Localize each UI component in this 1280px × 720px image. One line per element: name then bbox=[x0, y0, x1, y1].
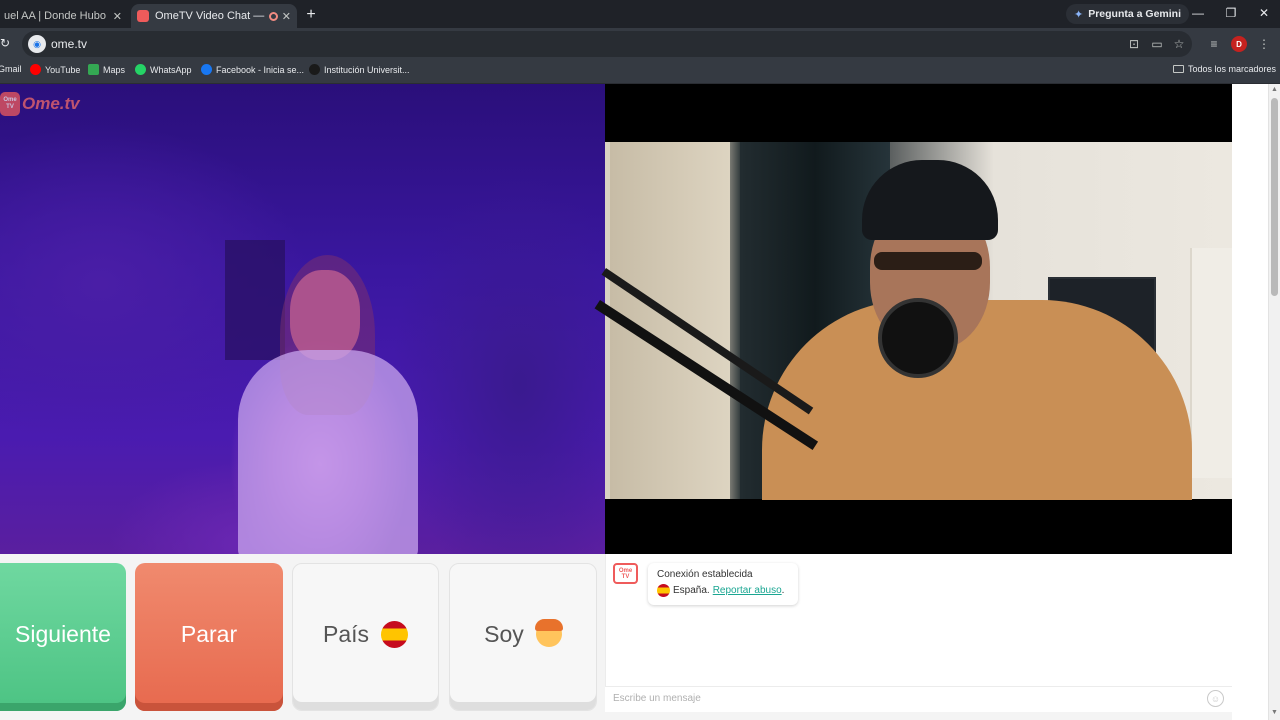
spain-flag-icon bbox=[381, 620, 409, 648]
gender-select-button[interactable]: Soy bbox=[449, 563, 597, 711]
microphone bbox=[878, 298, 958, 378]
connection-status-text: Conexión establecida bbox=[657, 569, 753, 580]
bookmark-star-icon[interactable]: ☆ bbox=[1171, 37, 1187, 51]
url-text[interactable]: ome.tv bbox=[51, 37, 87, 51]
scroll-up-icon[interactable]: ▲ bbox=[1271, 86, 1278, 93]
local-video bbox=[0, 84, 605, 554]
boy-face-icon bbox=[534, 619, 563, 647]
remote-person-body bbox=[762, 300, 1192, 500]
partner-country-line: España. Reportar abuso. bbox=[657, 584, 784, 597]
reload-icon[interactable]: ↻ bbox=[0, 36, 10, 50]
bookmark-whatsapp[interactable]: WhatsApp bbox=[135, 64, 192, 75]
browser-toolbar: ↻ bbox=[0, 28, 1280, 60]
close-window-button[interactable]: ✕ bbox=[1254, 6, 1274, 20]
emoji-smile-icon[interactable]: ☺ bbox=[1207, 690, 1224, 707]
tab-ometv[interactable]: OmeTV Video Chat — Ome ✕ bbox=[131, 4, 297, 28]
next-button-label: Siguiente bbox=[15, 620, 111, 647]
tab-donde-hubo-fuego[interactable]: uel AA | Donde Hubo Fuego ✕ bbox=[0, 4, 128, 28]
remote-person-sunglasses bbox=[874, 252, 982, 270]
local-person-head bbox=[290, 270, 360, 360]
all-bookmarks-label: Todos los marcadores bbox=[1188, 64, 1277, 74]
chat-input-bar bbox=[605, 686, 1232, 712]
chat-message-input[interactable] bbox=[613, 693, 1193, 704]
gemini-sparkle-icon: ✦ bbox=[1074, 8, 1084, 21]
facebook-icon bbox=[201, 64, 212, 75]
bookmark-youtube[interactable]: YouTube bbox=[30, 64, 80, 75]
scroll-thumb[interactable] bbox=[1271, 98, 1278, 296]
stop-button-label: Parar bbox=[180, 620, 238, 647]
address-bar[interactable] bbox=[22, 31, 1192, 57]
next-button[interactable]: Siguiente bbox=[0, 563, 126, 711]
profile-avatar[interactable]: D bbox=[1231, 36, 1247, 52]
folder-icon bbox=[1173, 65, 1184, 73]
tab-title: OmeTV Video Chat — Ome bbox=[155, 10, 265, 22]
bookmark-label: Institución Universit... bbox=[324, 64, 410, 75]
bookmark-label: Gmail bbox=[0, 64, 22, 74]
all-bookmarks-button[interactable]: Todos los marcadores bbox=[1173, 64, 1276, 74]
restore-button[interactable]: ❐ bbox=[1221, 6, 1241, 20]
bookmark-gmail[interactable]: Gmail bbox=[0, 64, 22, 74]
gemini-label: Pregunta a Gemini bbox=[1088, 8, 1181, 20]
institution-icon bbox=[309, 64, 320, 75]
background-shelf bbox=[225, 240, 285, 360]
youtube-icon bbox=[30, 64, 41, 75]
ometv-logo-icon: Ome TV bbox=[0, 92, 20, 116]
scroll-down-icon[interactable]: ▼ bbox=[1271, 709, 1278, 716]
minimize-button[interactable]: — bbox=[1188, 6, 1208, 20]
country-button-label: País bbox=[322, 620, 370, 647]
remote-background-shelves bbox=[1190, 248, 1232, 478]
ometv-chat-logo-icon: Ome TV bbox=[613, 563, 638, 584]
page-gutter bbox=[1232, 84, 1268, 720]
ometv-logo[interactable]: Ome TV Ome.tv bbox=[0, 92, 80, 116]
gender-button-label: Soy bbox=[484, 620, 524, 647]
cast-icon[interactable]: ▭ bbox=[1149, 37, 1165, 51]
ometv-logo-text: Ome.tv bbox=[22, 94, 80, 113]
bookmarks-bar bbox=[0, 60, 1280, 84]
bookmark-institucion[interactable]: Institución Universit... bbox=[309, 64, 410, 75]
tab-title: uel AA | Donde Hubo Fuego bbox=[4, 10, 109, 22]
country-filter-button[interactable]: País bbox=[292, 563, 439, 711]
whatsapp-icon bbox=[135, 64, 146, 75]
new-tab-button[interactable]: + bbox=[302, 6, 320, 24]
bookmark-label: Maps bbox=[103, 64, 126, 75]
maps-icon bbox=[88, 64, 99, 75]
partner-country-name: España. bbox=[673, 585, 710, 596]
menu-kebab-icon[interactable]: ⋮ bbox=[1256, 37, 1272, 51]
close-tab-icon[interactable]: ✕ bbox=[282, 10, 291, 23]
site-info-icon[interactable]: ◉ bbox=[28, 35, 46, 53]
ometv-favicon-icon bbox=[137, 10, 149, 22]
translate-icon[interactable]: ⊡ bbox=[1126, 37, 1142, 51]
bookmark-label: Facebook - Inicia se... bbox=[216, 64, 305, 75]
ask-gemini-button[interactable]: ✦ Pregunta a Gemini bbox=[1066, 4, 1189, 24]
close-tab-icon[interactable]: ✕ bbox=[113, 10, 122, 23]
report-abuse-link[interactable]: Reportar abuso bbox=[713, 585, 782, 596]
bookmark-label: WhatsApp bbox=[150, 64, 192, 75]
bookmark-maps[interactable]: Maps bbox=[88, 64, 125, 75]
report-suffix: . bbox=[781, 585, 785, 596]
media-queue-icon[interactable]: ≡ bbox=[1206, 37, 1222, 51]
bookmark-label: YouTube bbox=[45, 64, 81, 75]
bookmark-facebook[interactable]: Facebook - Inicia se... bbox=[201, 64, 304, 75]
local-person-body bbox=[238, 350, 418, 554]
stop-button[interactable]: Parar bbox=[135, 563, 283, 711]
recording-icon bbox=[268, 11, 278, 21]
spain-flag-icon bbox=[657, 584, 670, 597]
